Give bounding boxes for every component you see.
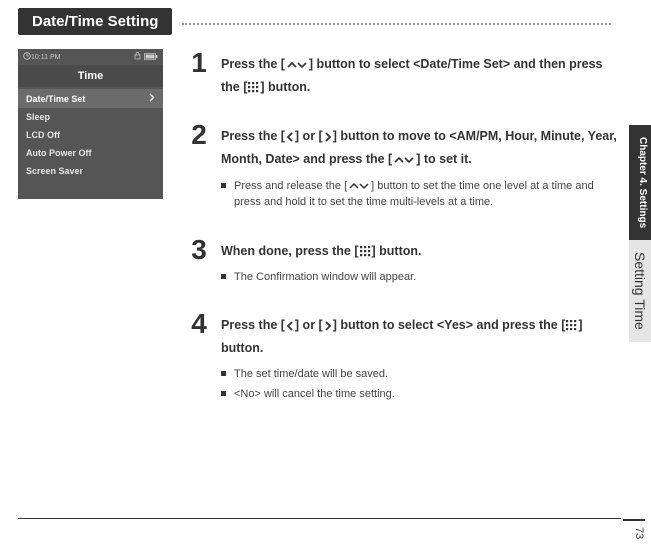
device-menu-list: Date/Time Set Sleep LCD Off Auto Power O… — [18, 87, 163, 182]
list-item-label: LCD Off — [26, 130, 60, 140]
step-2: 2 Press the [] or [] button to move to <… — [185, 121, 621, 213]
chevron-right-icon — [149, 93, 155, 104]
bullet-item: <No> will cancel the time setting. — [221, 386, 621, 403]
list-item: Date/Time Set — [18, 89, 163, 108]
up-down-icon — [392, 154, 416, 166]
step-title: Press the [] or [] button to select <Yes… — [221, 314, 621, 360]
device-battery-icon — [144, 53, 158, 62]
bullet-square-icon — [221, 274, 226, 279]
list-item-label: Auto Power Off — [26, 148, 92, 158]
list-item-label: Screen Saver — [26, 166, 83, 176]
up-down-icon — [347, 180, 371, 192]
list-item-label: Sleep — [26, 112, 50, 122]
bullet-square-icon — [221, 371, 226, 376]
list-item: Screen Saver — [18, 162, 163, 180]
left-icon — [285, 131, 295, 143]
list-item: Auto Power Off — [18, 144, 163, 162]
bullet-square-icon — [221, 391, 226, 396]
grid-icon — [565, 320, 578, 332]
header-divider — [182, 23, 611, 25]
bullet-item: Press and release the [] button to set t… — [221, 178, 621, 211]
device-menu-title: Time — [18, 65, 163, 87]
step-3: 3 When done, press the [] button. The Co… — [185, 236, 621, 289]
step-4: 4 Press the [] or [] button to select <Y… — [185, 310, 621, 405]
side-tab-section: Setting Time — [629, 240, 651, 342]
list-item: LCD Off — [18, 126, 163, 144]
grid-icon — [247, 82, 260, 94]
list-item-label: Date/Time Set — [26, 94, 85, 104]
bullet-item: The Confirmation window will appear. — [221, 269, 422, 286]
device-statusbar: 10:11 PM — [18, 49, 163, 65]
instruction-steps: 1 Press the [] button to select <Date/Ti… — [185, 49, 621, 427]
right-icon — [323, 320, 333, 332]
step-number: 1 — [185, 49, 213, 99]
bullet-item: The set time/date will be saved. — [221, 366, 621, 383]
device-screenshot: 10:11 PM Time Date/Time Set Sleep — [18, 49, 163, 199]
step-number: 4 — [185, 310, 213, 405]
step-title: When done, press the [] button. — [221, 240, 422, 263]
step-title: Press the [] or [] button to move to <AM… — [221, 125, 621, 171]
left-icon — [285, 320, 295, 332]
grid-icon — [359, 245, 372, 257]
list-item: Sleep — [18, 108, 163, 126]
page-number: 73 — [623, 519, 645, 539]
step-title: Press the [] button to select <Date/Time… — [221, 53, 621, 99]
up-down-icon — [285, 59, 309, 71]
footer-divider — [18, 518, 621, 519]
section-title: Date/Time Setting — [18, 8, 172, 35]
bullet-square-icon — [221, 183, 226, 188]
step-number: 3 — [185, 236, 213, 289]
side-tab-chapter: Chapter 4. Settings — [629, 125, 651, 240]
side-tabs: Chapter 4. Settings Setting Time — [629, 125, 651, 342]
step-1: 1 Press the [] button to select <Date/Ti… — [185, 49, 621, 99]
device-clock-text: 10:11 PM — [31, 54, 60, 61]
device-lock-icon — [134, 52, 141, 62]
device-clock-icon — [23, 52, 31, 62]
step-number: 2 — [185, 121, 213, 213]
right-icon — [323, 131, 333, 143]
